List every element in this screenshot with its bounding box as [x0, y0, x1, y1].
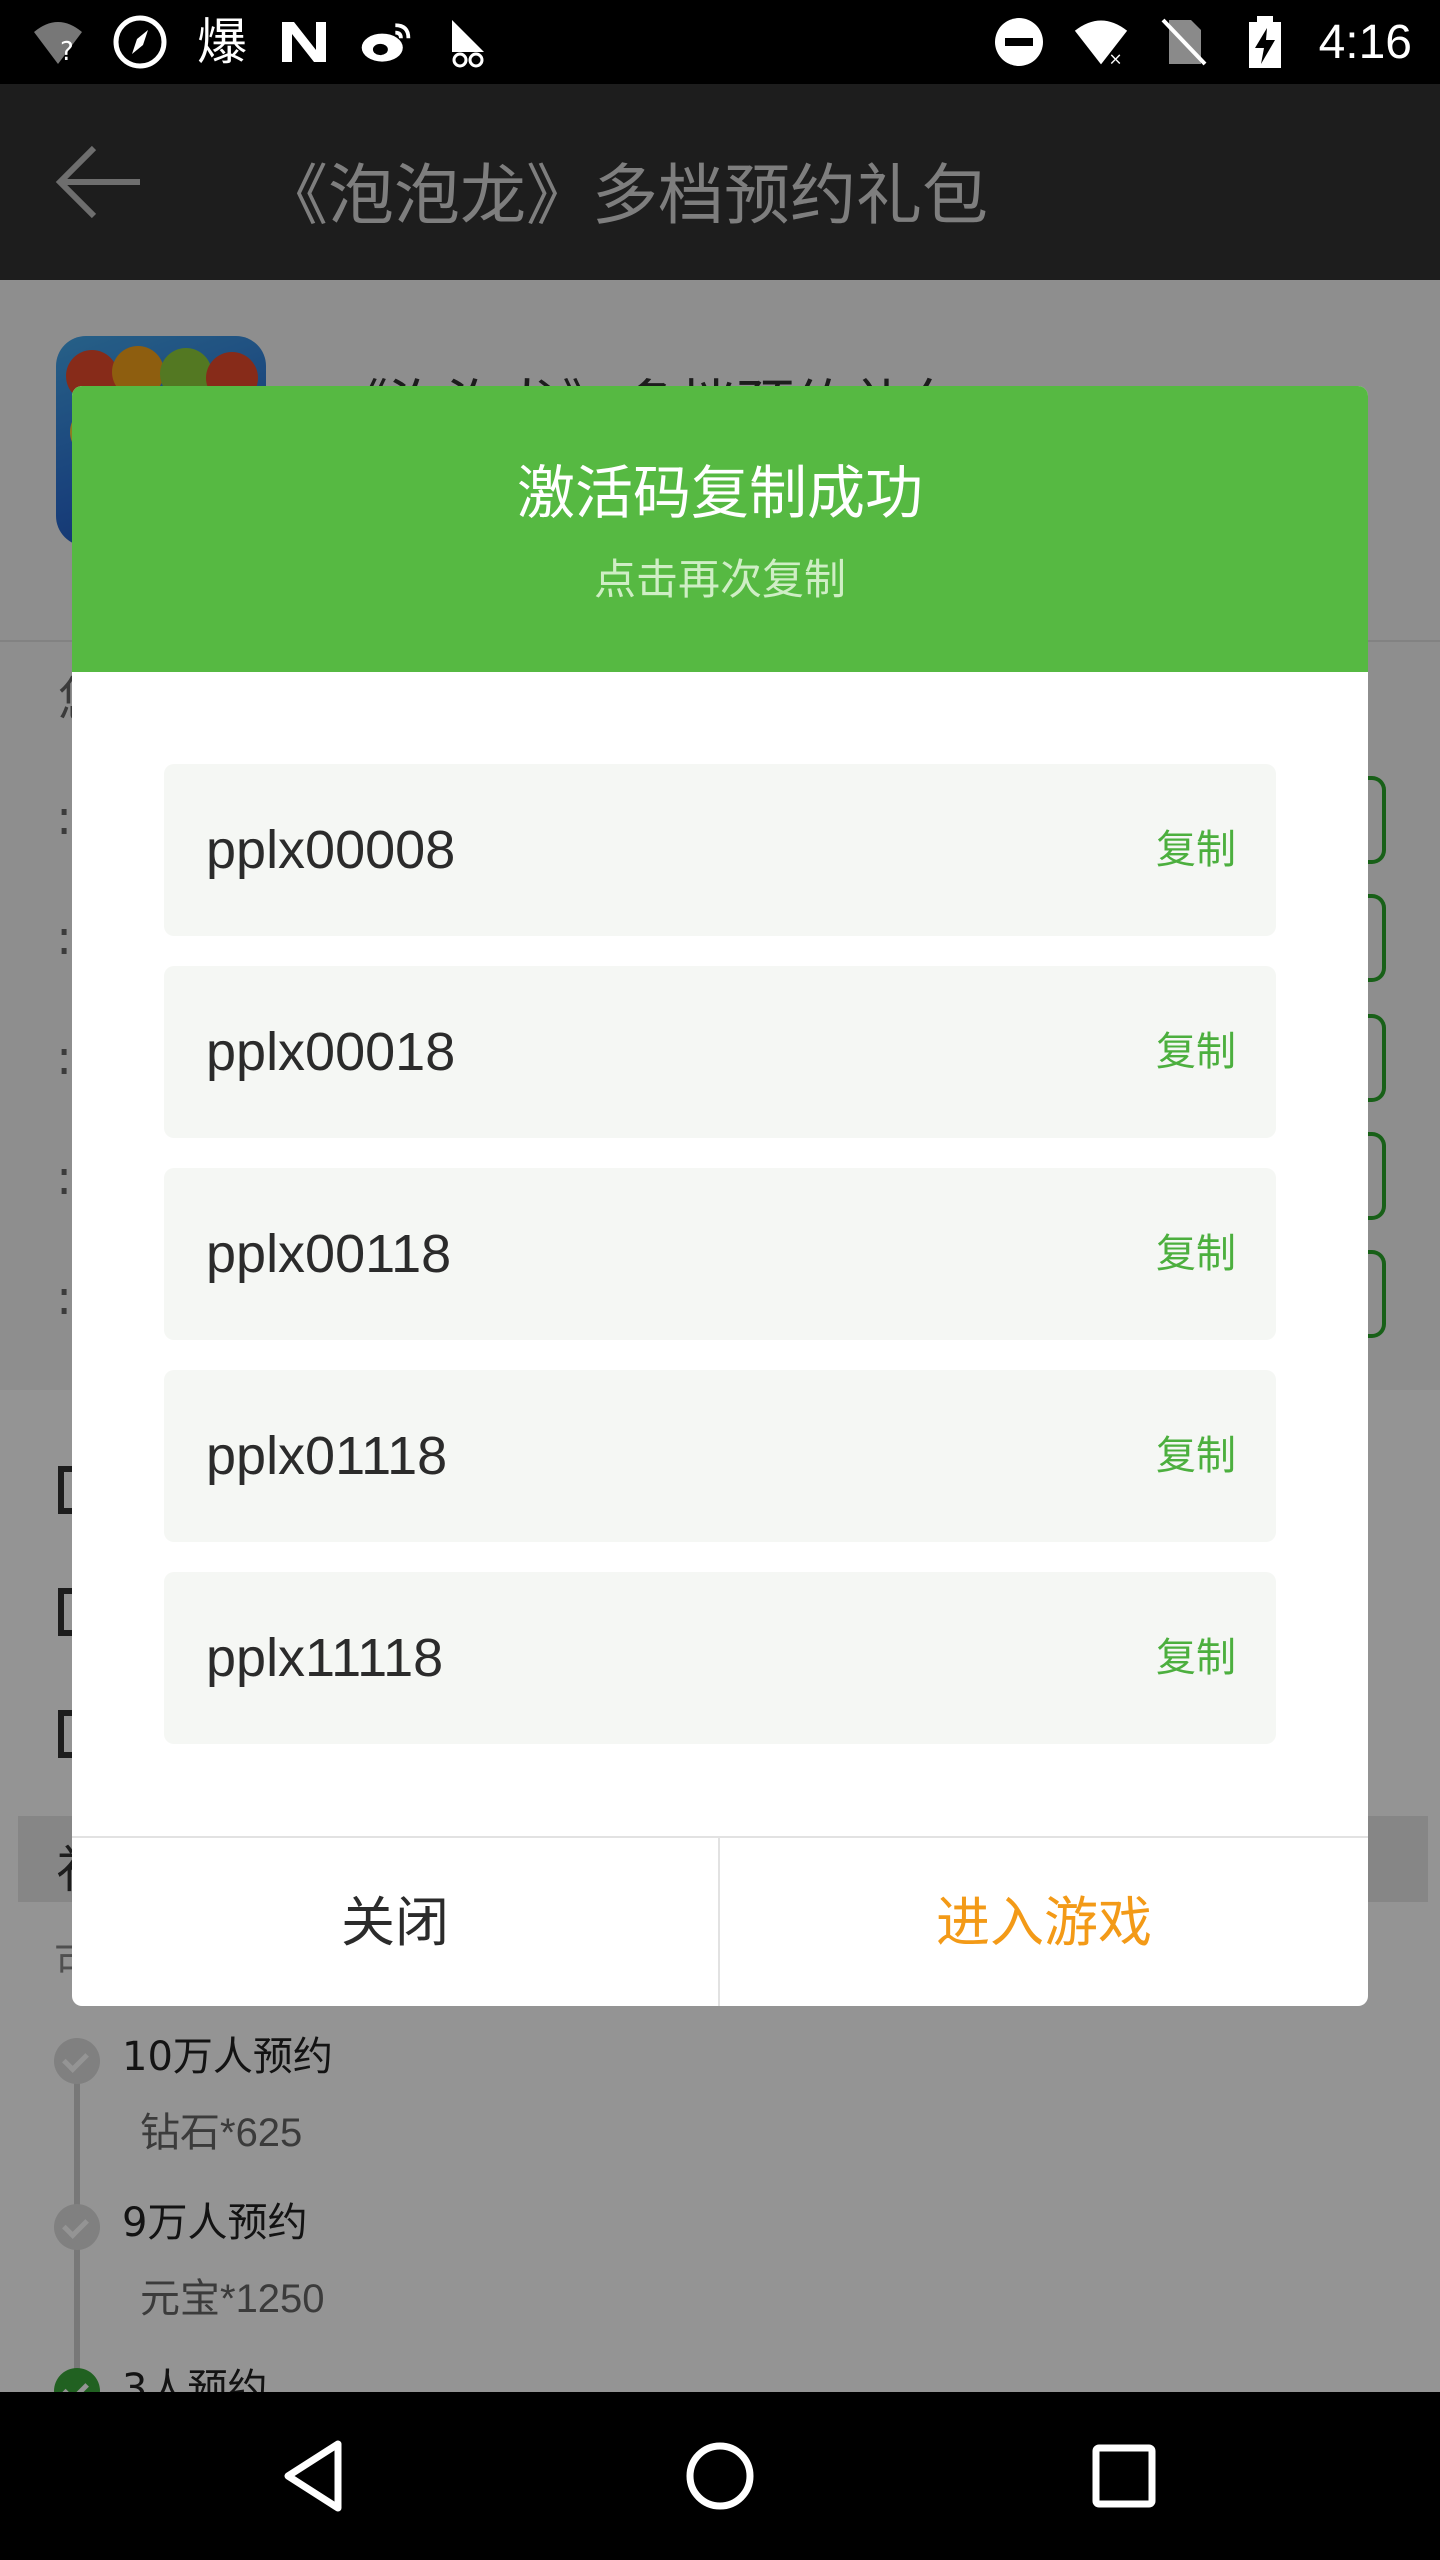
wifi-icon: × [1073, 14, 1129, 70]
dialog-header[interactable]: 激活码复制成功 点击再次复制 [72, 386, 1368, 672]
no-sim-icon [1155, 14, 1211, 70]
navigation-bar [0, 2392, 1440, 2560]
close-button[interactable]: 关闭 [72, 1838, 718, 2006]
code-row[interactable]: pplx01118 复制 [164, 1370, 1276, 1542]
dialog-footer: 关闭 进入游戏 [72, 1836, 1368, 2006]
weibo-icon [358, 14, 414, 70]
wifi-question-icon: ? [30, 14, 86, 70]
status-time: 4:16 [1318, 15, 1412, 69]
activation-code: pplx01118 [206, 1426, 448, 1486]
activation-code: pplx00008 [206, 820, 456, 880]
svg-text:×: × [1108, 48, 1122, 68]
activation-code: pplx00118 [206, 1224, 452, 1284]
activation-code: pplx11118 [206, 1628, 444, 1688]
activation-code-dialog: 激活码复制成功 点击再次复制 pplx00008 复制 pplx00018 复制… [72, 386, 1368, 2006]
status-bar: ? 爆 × 4:16 [0, 0, 1440, 84]
activation-code: pplx00018 [206, 1022, 456, 1082]
battery-charging-icon [1237, 14, 1293, 70]
bao-icon: 爆 [197, 13, 247, 71]
copy-button[interactable]: 复制 [1156, 764, 1236, 936]
copy-button[interactable]: 复制 [1156, 1572, 1236, 1744]
copy-button[interactable]: 复制 [1156, 1168, 1236, 1340]
copy-button[interactable]: 复制 [1156, 966, 1236, 1138]
do-not-disturb-icon [991, 14, 1047, 70]
nav-recents-icon[interactable] [1084, 2436, 1164, 2516]
nav-home-icon[interactable] [680, 2436, 760, 2516]
dialog-title: 激活码复制成功 [516, 459, 923, 527]
n-icon [276, 14, 332, 70]
sailboat-icon [440, 14, 496, 70]
svg-text:?: ? [60, 37, 74, 67]
code-row[interactable]: pplx00018 复制 [164, 966, 1276, 1138]
code-row[interactable]: pplx00118 复制 [164, 1168, 1276, 1340]
compass-icon [112, 14, 168, 70]
copy-button[interactable]: 复制 [1156, 1370, 1236, 1542]
enter-game-button[interactable]: 进入游戏 [720, 1838, 1368, 2006]
nav-back-icon[interactable] [276, 2436, 356, 2516]
dialog-subtitle: 点击再次复制 [593, 555, 846, 604]
code-row[interactable]: pplx11118 复制 [164, 1572, 1276, 1744]
code-row[interactable]: pplx00008 复制 [164, 764, 1276, 936]
